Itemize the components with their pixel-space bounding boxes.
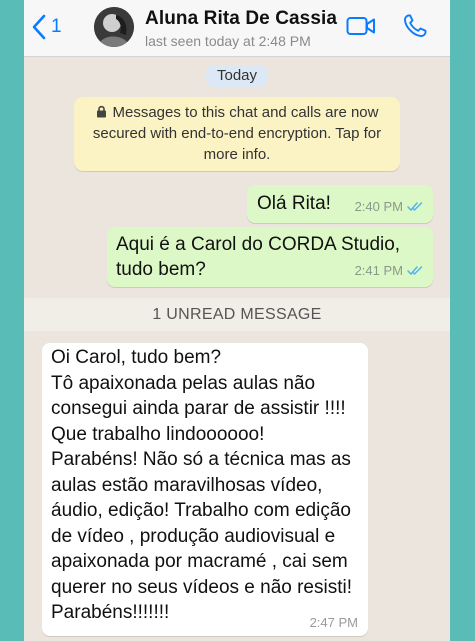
message-text-line: Oi Carol, tudo bem? bbox=[51, 347, 222, 368]
unread-chats-count: 1 bbox=[51, 16, 62, 37]
message-text-line: áudio, edição! Trabalho com edição bbox=[51, 500, 351, 521]
encryption-line-2: secured with end-to-end encryption. Tap … bbox=[92, 125, 382, 142]
encryption-notice[interactable]: Messages to this chat and calls are now … bbox=[74, 97, 400, 171]
message-text-line: Que trabalho lindoooooo! bbox=[51, 423, 265, 445]
unread-messages-banner: 1 UNREAD MESSAGE bbox=[24, 298, 450, 331]
incoming-message[interactable]: Oi Carol, tudo bem? Tô apaixonada pelas … bbox=[42, 343, 368, 636]
last-seen-status: last seen today at 2:48 PM bbox=[145, 33, 311, 49]
phone-icon bbox=[404, 14, 427, 37]
video-camera-icon bbox=[346, 17, 375, 35]
chat-header: 1 Aluna Rita De Cassia last seen today a… bbox=[24, 0, 450, 57]
message-meta: 2:41 PM bbox=[355, 258, 424, 283]
message-text-line: aulas estão maravilhosas vídeo, bbox=[51, 474, 323, 496]
double-check-icon bbox=[407, 202, 423, 212]
outgoing-message[interactable]: Olá Rita! 2:40 PM bbox=[247, 185, 433, 223]
message-text-line: de vídeo , produção audiovisual e bbox=[51, 525, 336, 547]
double-check-icon bbox=[407, 266, 423, 276]
message-time: 2:41 PM bbox=[354, 263, 403, 278]
avatar[interactable] bbox=[94, 7, 134, 47]
encryption-line-1: Messages to this chat and calls are now bbox=[96, 104, 378, 121]
contact-name[interactable]: Aluna Rita De Cassia bbox=[145, 8, 337, 30]
back-button[interactable]: 1 bbox=[32, 14, 62, 40]
voice-call-button[interactable] bbox=[402, 13, 428, 44]
message-time: 2:47 PM bbox=[309, 615, 358, 630]
outgoing-message[interactable]: Aqui é a Carol do CORDA Studio, tudo bem… bbox=[107, 227, 433, 287]
chevron-left-icon bbox=[32, 14, 46, 40]
message-text-line: querer no seus vídeos e não resisti! bbox=[51, 576, 353, 598]
message-text-line: Aqui é a Carol do CORDA Studio, bbox=[116, 234, 401, 255]
message-text: Olá Rita! bbox=[257, 193, 331, 214]
message-text-line: tudo bem? bbox=[116, 259, 206, 280]
avatar-image bbox=[94, 7, 134, 47]
lock-icon bbox=[96, 105, 106, 118]
date-chip: Today bbox=[206, 65, 268, 87]
message-list[interactable]: Today Messages to this chat and calls ar… bbox=[24, 57, 450, 641]
message-text-line: Tô apaixonada pelas aulas não bbox=[51, 372, 316, 394]
encryption-line-3: more info. bbox=[203, 146, 271, 163]
message-time: 2:40 PM bbox=[354, 199, 403, 214]
message-meta: 2:40 PM bbox=[355, 194, 424, 219]
message-text-line: apaixonada por macramé , cai sem bbox=[51, 551, 348, 572]
video-call-button[interactable] bbox=[346, 15, 376, 42]
whatsapp-chat-screen: 1 Aluna Rita De Cassia last seen today a… bbox=[24, 0, 450, 641]
message-text-line: consegui ainda parar de assistir !!!! bbox=[51, 398, 346, 419]
message-text-line: Parabéns! Não só a técnica mas as bbox=[51, 449, 351, 470]
